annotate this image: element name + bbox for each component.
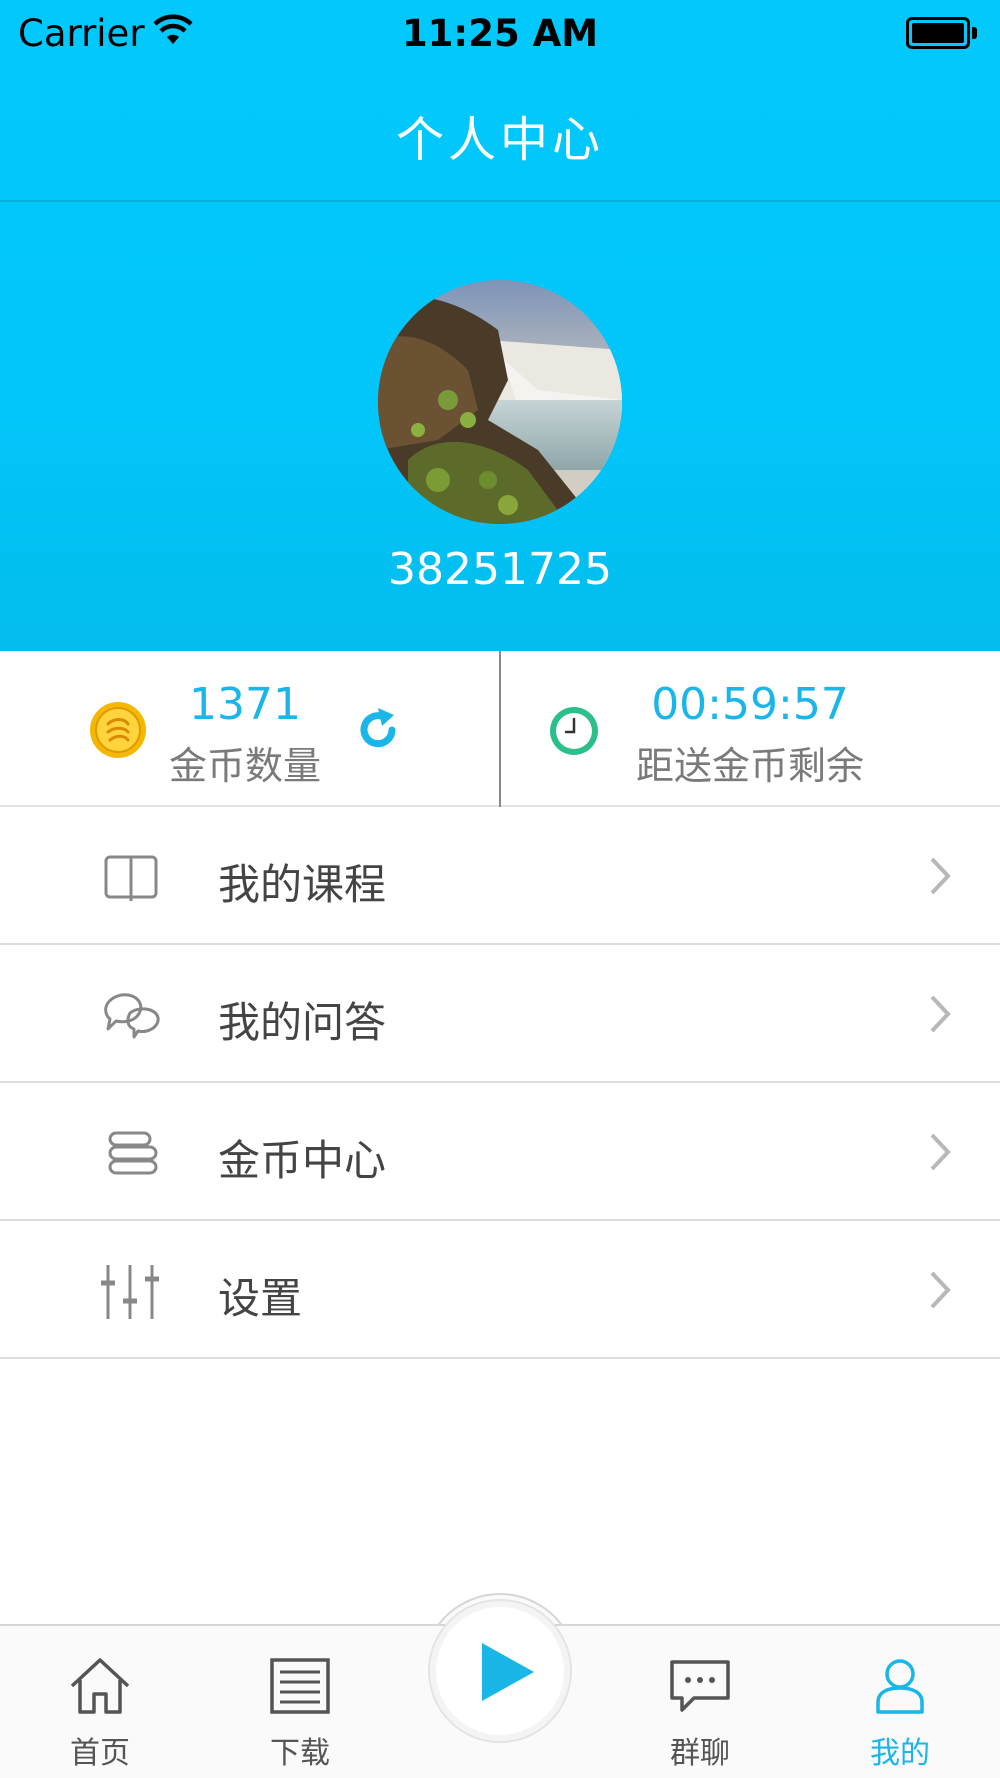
chevron-right-icon	[930, 1271, 951, 1309]
nav-divider	[0, 200, 1000, 202]
clock-icon	[550, 707, 598, 755]
profile-header: Carrier 11:25 AM 个人中心 38251725	[0, 0, 1000, 651]
status-bar: Carrier 11:25 AM	[0, 0, 1000, 70]
tab-download[interactable]: 下载	[200, 1626, 400, 1778]
menu-item-settings[interactable]: 设置	[0, 1221, 1000, 1359]
menu-item-label: 金币中心	[218, 1136, 387, 1185]
sliders-icon	[101, 1265, 159, 1319]
tab-label: 群聊	[670, 1736, 730, 1771]
page-title: 个人中心	[395, 112, 604, 168]
coin-count: 1371	[189, 679, 301, 730]
play-icon	[482, 1643, 534, 1701]
chat-icon	[670, 1660, 730, 1712]
menu-item-label: 我的课程	[218, 860, 387, 909]
menu-item-my-courses[interactable]: 我的课程	[0, 807, 1000, 945]
list-icon	[270, 1658, 330, 1714]
home-icon	[70, 1658, 130, 1714]
tab-label: 下载	[270, 1736, 330, 1771]
chevron-right-icon	[930, 1133, 951, 1171]
play-button[interactable]	[428, 1599, 572, 1743]
avatar-landscape-image	[378, 280, 622, 524]
stats-panel: 1371 金币数量 00:59:57 距送金币剩余	[0, 651, 1000, 807]
battery-icon	[906, 17, 977, 49]
tab-mine[interactable]: 我的	[800, 1626, 1000, 1778]
gold-coin-icon	[90, 702, 146, 758]
menu-item-my-qa[interactable]: 我的问答	[0, 945, 1000, 1083]
chevron-right-icon	[930, 995, 951, 1033]
chevron-right-icon	[930, 857, 951, 895]
user-id: 38251725	[388, 544, 612, 595]
coin-count-label: 金币数量	[168, 744, 321, 788]
coins-stack-icon	[108, 1131, 158, 1175]
stats-divider	[499, 651, 501, 807]
menu-item-coin-center[interactable]: 金币中心	[0, 1083, 1000, 1221]
menu-item-label: 我的问答	[218, 998, 387, 1047]
tab-home[interactable]: 首页	[0, 1626, 200, 1778]
status-time: 11:25 AM	[401, 12, 599, 55]
tab-label: 我的	[870, 1736, 930, 1771]
gift-countdown: 00:59:57	[651, 679, 849, 730]
chat-bubbles-icon	[104, 993, 160, 1039]
user-icon	[876, 1659, 924, 1714]
menu-list: 我的课程 我的问答 金币中心 设置	[0, 807, 1000, 1359]
tab-group-chat[interactable]: 群聊	[600, 1626, 800, 1778]
avatar[interactable]	[378, 280, 622, 524]
tab-label: 首页	[70, 1736, 130, 1771]
book-icon	[104, 855, 158, 901]
menu-item-label: 设置	[218, 1274, 303, 1323]
refresh-icon[interactable]	[354, 706, 402, 754]
gift-countdown-label: 距送金币剩余	[635, 744, 864, 788]
